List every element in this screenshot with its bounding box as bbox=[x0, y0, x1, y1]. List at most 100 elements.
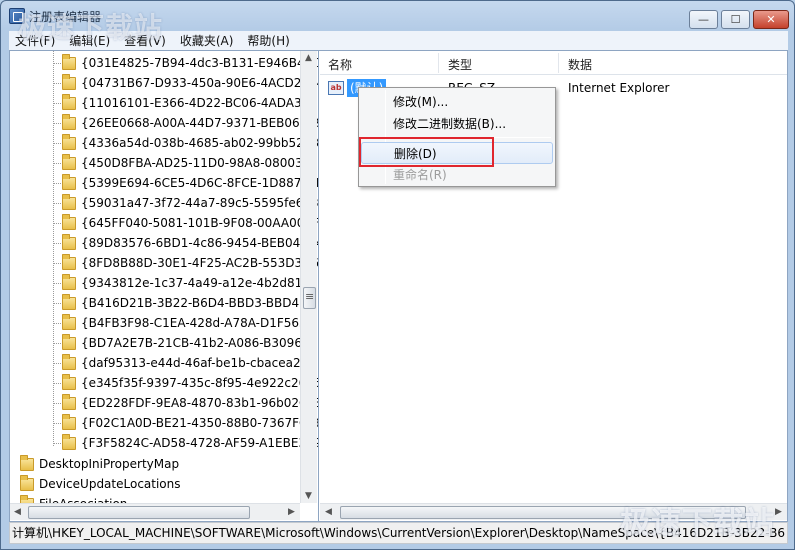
tree-item-label: DeviceUpdateLocations bbox=[39, 477, 181, 491]
folder-icon bbox=[62, 133, 76, 150]
folder-icon bbox=[62, 93, 76, 110]
tree-item[interactable]: {59031a47-3f72-44a7-89c5-5595fe6b3 bbox=[62, 193, 319, 213]
tree-guide-tick bbox=[53, 103, 61, 104]
tree-item[interactable]: {ED228FDF-9EA8-4870-83b1-96b02CFE bbox=[62, 393, 319, 413]
minimize-button[interactable]: — bbox=[689, 10, 718, 29]
watermark-bottom: 极速下载站 bbox=[620, 506, 775, 541]
column-header-name[interactable]: 名称 bbox=[328, 56, 352, 73]
tree-guide-tick bbox=[53, 83, 61, 84]
folder-icon bbox=[20, 454, 34, 471]
tree-item[interactable]: DesktopIniPropertyMap bbox=[20, 454, 179, 474]
tree-item-label: {89D83576-6BD1-4c86-9454-BEB04E94 bbox=[81, 236, 319, 250]
scroll-left-icon[interactable]: ◀ bbox=[325, 507, 332, 517]
tree-item-label: DesktopIniPropertyMap bbox=[39, 457, 180, 471]
registry-editor-window: 注册表编辑器 — ☐ ✕ 文件(F) 编辑(E) 查看(V) 收藏夹(A) 帮助… bbox=[0, 0, 795, 550]
tree-item-label: {59031a47-3f72-44a7-89c5-5595fe6b3 bbox=[81, 196, 319, 210]
tree-guide-tick bbox=[53, 423, 61, 424]
tree-item[interactable]: {daf95313-e44d-46af-be1b-cbacea2c3 bbox=[62, 353, 315, 373]
tree-item[interactable]: {031E4825-7B94-4dc3-B131-E946B44C bbox=[62, 53, 318, 73]
close-button[interactable]: ✕ bbox=[753, 10, 789, 29]
tree-horizontal-scrollbar[interactable]: ◀ ▶ bbox=[10, 503, 300, 520]
folder-icon bbox=[62, 153, 76, 170]
list-header: 名称 类型 数据 bbox=[320, 51, 787, 75]
tree-vertical-scrollbar[interactable]: ▲ ▼ bbox=[300, 51, 317, 503]
menu-item-modify[interactable]: 修改(M)... bbox=[361, 91, 553, 113]
tree-item[interactable]: {450D8FBA-AD25-11D0-98A8-0800361 bbox=[62, 153, 318, 173]
scroll-right-icon[interactable]: ▶ bbox=[288, 507, 295, 517]
delete-highlight-box bbox=[359, 137, 494, 167]
tree-item[interactable]: {5399E694-6CE5-4D6C-8FCE-1D8870FD bbox=[62, 173, 318, 193]
tree-item-label: {F02C1A0D-BE21-4350-88B0-7367FC96 bbox=[81, 416, 319, 430]
tree-guide-tick bbox=[53, 443, 61, 444]
tree-item-label: {645FF040-5081-101B-9F08-00AA002F9 bbox=[81, 216, 319, 230]
tree-item[interactable]: {F3F5824C-AD58-4728-AF59-A1EBE339 bbox=[62, 433, 318, 453]
tree-item-label: {450D8FBA-AD25-11D0-98A8-0800361 bbox=[81, 156, 318, 170]
tree-guide-tick bbox=[53, 123, 61, 124]
tree-item[interactable]: {04731B67-D933-450a-90E6-4ACD2E94 bbox=[62, 73, 318, 93]
tree-guide-line bbox=[53, 51, 54, 446]
tree-item[interactable]: {F02C1A0D-BE21-4350-88B0-7367FC96 bbox=[62, 413, 319, 433]
scroll-left-icon[interactable]: ◀ bbox=[14, 507, 21, 517]
menu-item-modify-binary[interactable]: 修改二进制数据(B)... bbox=[361, 113, 553, 135]
tree-item[interactable]: {BD7A2E7B-21CB-41b2-A086-B309680 bbox=[62, 333, 317, 353]
column-header-type[interactable]: 类型 bbox=[448, 56, 472, 73]
folder-icon bbox=[62, 53, 76, 70]
folder-icon bbox=[62, 273, 76, 290]
folder-icon bbox=[62, 293, 76, 310]
menu-help[interactable]: 帮助(H) bbox=[247, 32, 289, 49]
column-divider[interactable] bbox=[438, 53, 439, 73]
column-divider[interactable] bbox=[558, 53, 559, 73]
tree-item-label: {e345f35f-9397-435c-8f95-4e922c2625 bbox=[81, 376, 319, 390]
tree-item-label: {11016101-E366-4D22-BC06-4ADA335 bbox=[81, 96, 317, 110]
scroll-up-icon[interactable]: ▲ bbox=[305, 53, 312, 63]
tree-item[interactable]: {26EE0668-A00A-44D7-9371-BEB064C9 bbox=[62, 113, 318, 133]
tree-item[interactable]: {e345f35f-9397-435c-8f95-4e922c2625 bbox=[62, 373, 319, 393]
folder-icon bbox=[62, 413, 76, 430]
tree-guide-tick bbox=[53, 263, 61, 264]
tree-guide-tick bbox=[53, 183, 61, 184]
tree-item[interactable]: {4336a54d-038b-4685-ab02-99bb52d3 bbox=[62, 133, 319, 153]
tree-item[interactable]: {B4FB3F98-C1EA-428d-A78A-D1F5659 bbox=[62, 313, 314, 333]
tree-item[interactable]: DeviceUpdateLocations bbox=[20, 474, 181, 494]
menu-item-rename: 重命名(R) bbox=[393, 168, 447, 182]
tree-item-label: {9343812e-1c37-4a49-a12e-4b2d810d bbox=[81, 276, 318, 290]
tree-item[interactable]: {8FD8B88D-30E1-4F25-AC2B-553D3D6 bbox=[62, 253, 319, 273]
folder-icon bbox=[62, 393, 76, 410]
folder-icon bbox=[62, 213, 76, 230]
scroll-down-icon[interactable]: ▼ bbox=[305, 491, 312, 501]
tree-item[interactable]: {9343812e-1c37-4a49-a12e-4b2d810d bbox=[62, 273, 318, 293]
menu-favorites[interactable]: 收藏夹(A) bbox=[180, 32, 234, 49]
tree-guide-tick bbox=[53, 383, 61, 384]
tree-guide-tick bbox=[53, 243, 61, 244]
tree-item[interactable]: {11016101-E366-4D22-BC06-4ADA335 bbox=[62, 93, 317, 113]
tree-item-label: {4336a54d-038b-4685-ab02-99bb52d3 bbox=[81, 136, 319, 150]
tree-guide-tick bbox=[53, 363, 61, 364]
tree-item-label: {B416D21B-3B22-B6D4-BBD3-BBD452 bbox=[81, 296, 315, 310]
tree-item-label: {B4FB3F98-C1EA-428d-A78A-D1F5659 bbox=[81, 316, 315, 330]
folder-icon bbox=[62, 373, 76, 390]
tree-guide-tick bbox=[53, 343, 61, 344]
tree-horizontal-scroll-thumb[interactable] bbox=[28, 506, 250, 519]
folder-icon bbox=[20, 474, 34, 491]
tree-vertical-scroll-thumb[interactable] bbox=[303, 287, 316, 309]
tree-item[interactable]: {89D83576-6BD1-4c86-9454-BEB04E94 bbox=[62, 233, 319, 253]
scroll-right-icon[interactable]: ▶ bbox=[775, 507, 782, 517]
tree-guide-tick bbox=[53, 283, 61, 284]
folder-icon bbox=[62, 433, 76, 450]
folder-icon bbox=[62, 253, 76, 270]
folder-icon bbox=[62, 113, 76, 130]
value-data: Internet Explorer bbox=[568, 81, 670, 95]
tree-item[interactable]: {645FF040-5081-101B-9F08-00AA002F9 bbox=[62, 213, 319, 233]
string-value-icon: ab bbox=[328, 81, 344, 95]
watermark-top: 极速下载站 bbox=[18, 11, 164, 44]
folder-icon bbox=[62, 333, 76, 350]
column-header-data[interactable]: 数据 bbox=[568, 56, 592, 73]
folder-icon bbox=[62, 313, 76, 330]
folder-icon bbox=[62, 73, 76, 90]
tree-item-label: {8FD8B88D-30E1-4F25-AC2B-553D3D6 bbox=[81, 256, 319, 270]
tree-item-label: {ED228FDF-9EA8-4870-83b1-96b02CFE bbox=[81, 396, 319, 410]
maximize-button[interactable]: ☐ bbox=[721, 10, 750, 29]
tree-item[interactable]: {B416D21B-3B22-B6D4-BBD3-BBD452 bbox=[62, 293, 314, 313]
tree-item-label: {BD7A2E7B-21CB-41b2-A086-B309680 bbox=[81, 336, 318, 350]
folder-icon bbox=[62, 353, 76, 370]
